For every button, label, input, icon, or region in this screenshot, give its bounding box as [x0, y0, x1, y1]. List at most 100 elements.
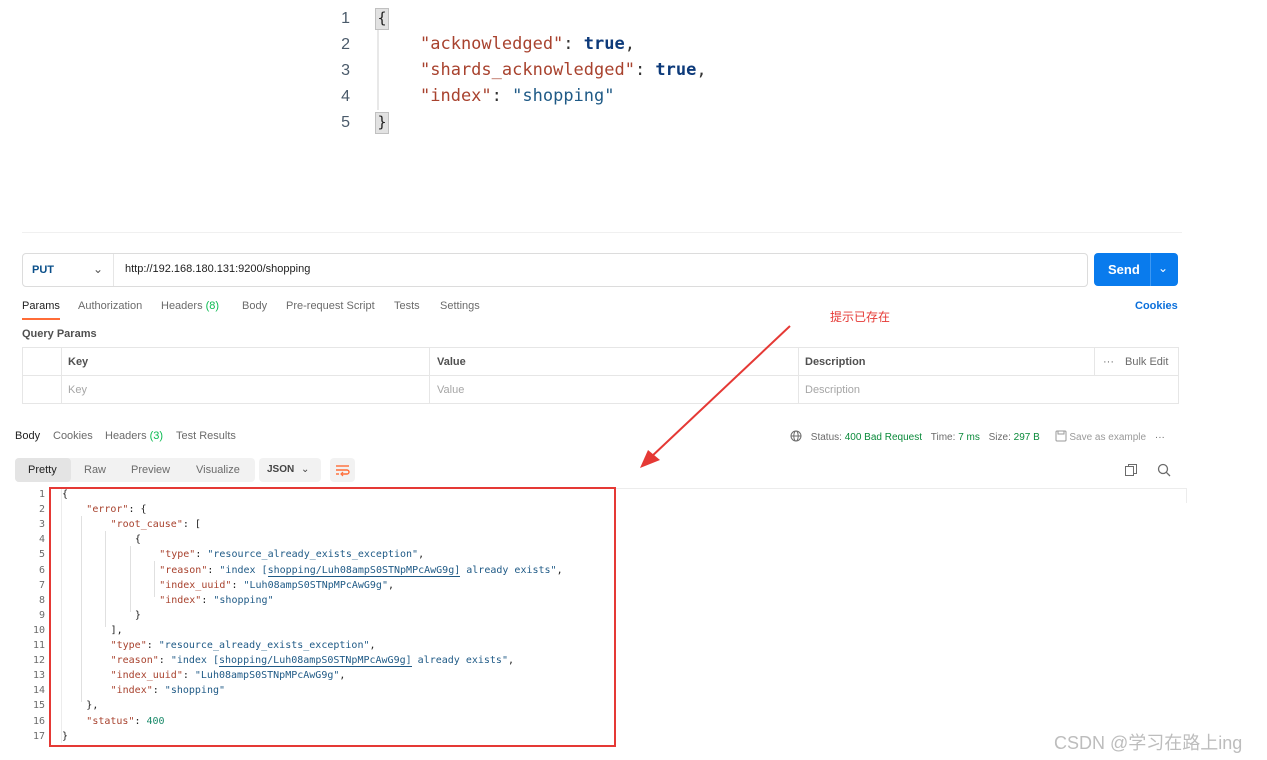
status-label: Status: [810, 432, 842, 443]
table-header-row: Key Value Description ··· Bulk Edit [23, 348, 1178, 376]
line-number: 13 [32, 670, 45, 682]
line-number: 3 [38, 519, 45, 531]
line-number: 1 [38, 489, 45, 500]
method-label: PUT [32, 264, 54, 276]
line-number: 16 [32, 715, 45, 727]
line-number: 15 [32, 700, 45, 712]
close-brace: } [375, 112, 389, 134]
comma: , [696, 60, 707, 80]
headers-count: (8) [205, 300, 220, 312]
tab-settings[interactable]: Settings [440, 300, 480, 312]
line-number: 8 [38, 594, 45, 606]
toolbar-edge [22, 232, 1182, 241]
url-input[interactable] [125, 263, 1025, 275]
line-number: 7 [38, 579, 45, 591]
json-key: "index" [420, 86, 492, 106]
format-label: JSON [267, 464, 295, 475]
time-value[interactable]: 7 ms [958, 432, 980, 443]
line-number: 9 [38, 609, 45, 621]
json-value: true [655, 60, 697, 80]
tab-authorization[interactable]: Authorization [78, 300, 142, 312]
save-as-example-button[interactable]: Save as example [1069, 432, 1146, 443]
line-number: 11 [32, 640, 45, 651]
tab-preview[interactable]: Preview [131, 464, 170, 476]
more-icon[interactable]: ··· [1103, 356, 1114, 368]
response-view-tabs: Pretty Raw Preview Visualize [15, 458, 255, 482]
key-input[interactable]: Key [68, 384, 87, 396]
tab-headers-label: Headers [105, 430, 147, 442]
open-brace: { [375, 8, 389, 30]
annotation-label: 提示已存在 [830, 310, 891, 324]
line-number: 4 [38, 534, 45, 546]
divider [1150, 253, 1151, 286]
line-number: 2 [38, 504, 45, 516]
search-icon[interactable] [1157, 463, 1171, 477]
cookies-link[interactable]: Cookies [1135, 300, 1178, 312]
line-number: 2 [341, 36, 350, 53]
value-input[interactable]: Value [437, 384, 464, 396]
snippet-line: "acknowledged": true, [420, 34, 635, 54]
line-number: 10 [32, 624, 45, 636]
tab-visualize[interactable]: Visualize [196, 464, 240, 476]
comma: , [624, 34, 635, 54]
globe-icon[interactable] [790, 430, 802, 442]
size-label: Size: [988, 432, 1011, 443]
indent-guide [377, 22, 379, 110]
tab-params[interactable]: Params [22, 300, 60, 320]
tab-headers[interactable]: Headers (8) [161, 300, 219, 312]
method-select[interactable]: PUT ⌄ [23, 254, 114, 286]
chevron-down-icon: ⌄ [301, 464, 310, 475]
line-number: 14 [32, 685, 45, 697]
json-value: "shopping" [512, 86, 615, 106]
tab-tests[interactable]: Tests [394, 300, 420, 312]
tab-pre-request-script[interactable]: Pre-request Script [286, 300, 375, 312]
tab-body[interactable]: Body [242, 300, 267, 312]
bulk-edit-button[interactable]: Bulk Edit [1125, 356, 1168, 368]
save-icon [1055, 430, 1067, 442]
tab-headers-label: Headers [161, 300, 203, 312]
status-value[interactable]: 400 Bad Request [845, 432, 922, 443]
snippet-line: "shards_acknowledged": true, [420, 60, 707, 80]
column-header: Value [437, 356, 466, 368]
line-number: 3 [341, 62, 350, 79]
highlight-box [49, 487, 616, 747]
description-input[interactable]: Description [805, 384, 860, 396]
line-number: 6 [38, 564, 45, 576]
separator: : [491, 86, 513, 106]
query-params-title: Query Params [22, 328, 97, 340]
line-number: 4 [341, 88, 350, 105]
send-button[interactable]: Send ⌄ [1094, 253, 1178, 286]
more-icon[interactable]: ··· [1155, 432, 1165, 443]
json-key: "shards_acknowledged" [420, 60, 635, 80]
snippet-line: "index": "shopping" [420, 86, 615, 106]
time-label: Time: [930, 432, 956, 443]
chevron-down-icon: ⌄ [93, 262, 104, 276]
headers-count: (3) [149, 430, 164, 442]
json-value: true [583, 34, 625, 54]
status-bar: Status: 400 Bad Request Time: 7 ms Size:… [790, 430, 1165, 443]
format-select[interactable]: JSON ⌄ [259, 458, 321, 482]
tab-headers[interactable]: Headers (3) [105, 430, 163, 442]
column-header: Description [805, 356, 866, 368]
url-bar: PUT ⌄ [22, 253, 1088, 287]
wrap-icon [336, 465, 350, 477]
separator: : [634, 60, 656, 80]
wrap-button[interactable] [330, 458, 355, 482]
copy-icon[interactable] [1124, 463, 1138, 477]
tab-cookies[interactable]: Cookies [53, 430, 93, 442]
size-value[interactable]: 297 B [1014, 432, 1040, 443]
line-number: 17 [32, 730, 45, 742]
tab-body[interactable]: Body [15, 430, 40, 442]
query-params-table: Key Value Description ··· Bulk Edit Key … [22, 347, 1179, 404]
tab-raw[interactable]: Raw [84, 464, 106, 476]
line-number: 5 [341, 114, 350, 131]
tab-pretty[interactable]: Pretty [28, 464, 57, 476]
tab-test-results[interactable]: Test Results [176, 430, 236, 442]
watermark: CSDN @学习在路上ing [1054, 733, 1243, 753]
column-header: Key [68, 356, 89, 368]
chevron-down-icon[interactable]: ⌄ [1158, 261, 1168, 275]
line-number: 5 [38, 549, 45, 561]
separator: : [563, 34, 584, 54]
line-number: 12 [32, 655, 45, 667]
json-key: "acknowledged" [420, 34, 564, 54]
